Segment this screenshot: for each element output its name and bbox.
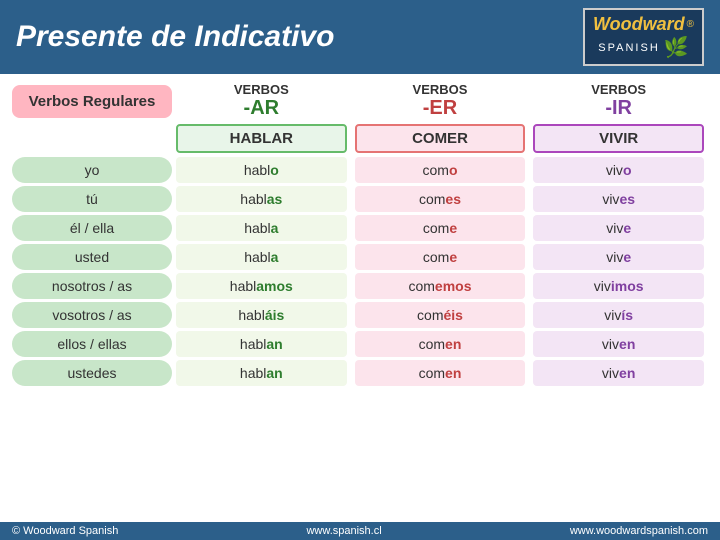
table-row: vosotros / as habláis coméis vivís	[12, 302, 708, 328]
pronoun-ellos: ellos / ellas	[12, 331, 172, 357]
conj-tu-ir: vives	[533, 186, 704, 212]
column-headers: Verbos Regulares VERBOS -AR VERBOS -ER V…	[12, 82, 708, 120]
conj-usted-er: come	[355, 244, 526, 270]
ir-header: VERBOS -IR	[529, 82, 708, 120]
logo-spanish: SPANISH	[598, 42, 659, 54]
ar-verbos-label: VERBOS	[172, 82, 351, 97]
conj-tu-er: comes	[355, 186, 526, 212]
ar-header: VERBOS -AR	[172, 82, 351, 120]
conj-vosotros-er: coméis	[355, 302, 526, 328]
er-verbos-label: VERBOS	[351, 82, 530, 97]
er-header: VERBOS -ER	[351, 82, 530, 120]
conj-yo-er: como	[355, 157, 526, 183]
page-title: Presente de Indicativo	[16, 20, 334, 54]
table-row: nosotros / as hablamos comemos vivimos	[12, 273, 708, 299]
conj-nosotros-er: comemos	[355, 273, 526, 299]
conj-ustedes-er: comen	[355, 360, 526, 386]
conj-yo-ar: hablo	[176, 157, 347, 183]
ir-verbos-label: VERBOS	[529, 82, 708, 97]
er-ending: -ER	[351, 97, 530, 120]
conj-el-er: come	[355, 215, 526, 241]
logo-name: Woodward	[593, 14, 685, 35]
table-row: ustedes hablan comen viven	[12, 360, 708, 386]
table-row: tú hablas comes vives	[12, 186, 708, 212]
conj-usted-ir: vive	[533, 244, 704, 270]
logo-registered: ®	[687, 19, 694, 30]
main-container: Presente de Indicativo Woodward ® SPANIS…	[0, 0, 720, 540]
pronoun-tu: tú	[12, 186, 172, 212]
main-content: Verbos Regulares VERBOS -AR VERBOS -ER V…	[0, 74, 720, 522]
pronoun-nosotros: nosotros / as	[12, 273, 172, 299]
logo-box: Woodward ® SPANISH 🌿	[583, 8, 704, 66]
pronoun-usted: usted	[12, 244, 172, 270]
verbos-regulares-label: Verbos Regulares	[12, 85, 172, 118]
conj-usted-ar: habla	[176, 244, 347, 270]
table-row: ellos / ellas hablan comen viven	[12, 331, 708, 357]
pronoun-ustedes: ustedes	[12, 360, 172, 386]
example-hablar: HABLAR	[176, 124, 347, 153]
footer-right: www.woodwardspanish.com	[570, 525, 708, 537]
conj-ellos-ir: viven	[533, 331, 704, 357]
conj-ustedes-ir: viven	[533, 360, 704, 386]
leaf-icon: 🌿	[664, 35, 689, 60]
conj-nosotros-ar: hablamos	[176, 273, 347, 299]
conj-ellos-er: comen	[355, 331, 526, 357]
table-row: él / ella habla come vive	[12, 215, 708, 241]
footer: © Woodward Spanish www.spanish.cl www.wo…	[0, 522, 720, 540]
pronoun-vosotros: vosotros / as	[12, 302, 172, 328]
conj-yo-ir: vivo	[533, 157, 704, 183]
table-row: yo hablo como vivo	[12, 157, 708, 183]
conj-ustedes-ar: hablan	[176, 360, 347, 386]
conj-ellos-ar: hablan	[176, 331, 347, 357]
conj-vosotros-ir: vivís	[533, 302, 704, 328]
conj-el-ar: habla	[176, 215, 347, 241]
header: Presente de Indicativo Woodward ® SPANIS…	[0, 0, 720, 74]
footer-left: © Woodward Spanish	[12, 525, 118, 537]
ar-ending: -AR	[172, 97, 351, 120]
pronoun-yo: yo	[12, 157, 172, 183]
table-row: usted habla come vive	[12, 244, 708, 270]
example-empty	[16, 124, 168, 153]
example-comer: COMER	[355, 124, 526, 153]
conjugation-rows: yo hablo como vivo tú hablas comes vives…	[12, 157, 708, 518]
pronoun-el-ella: él / ella	[12, 215, 172, 241]
conj-nosotros-ir: vivimos	[533, 273, 704, 299]
conj-el-ir: vive	[533, 215, 704, 241]
conj-vosotros-ar: habláis	[176, 302, 347, 328]
example-vivir: VIVIR	[533, 124, 704, 153]
example-row: HABLAR COMER VIVIR	[12, 124, 708, 153]
conj-tu-ar: hablas	[176, 186, 347, 212]
footer-center: www.spanish.cl	[306, 525, 381, 537]
ir-ending: -IR	[529, 97, 708, 120]
